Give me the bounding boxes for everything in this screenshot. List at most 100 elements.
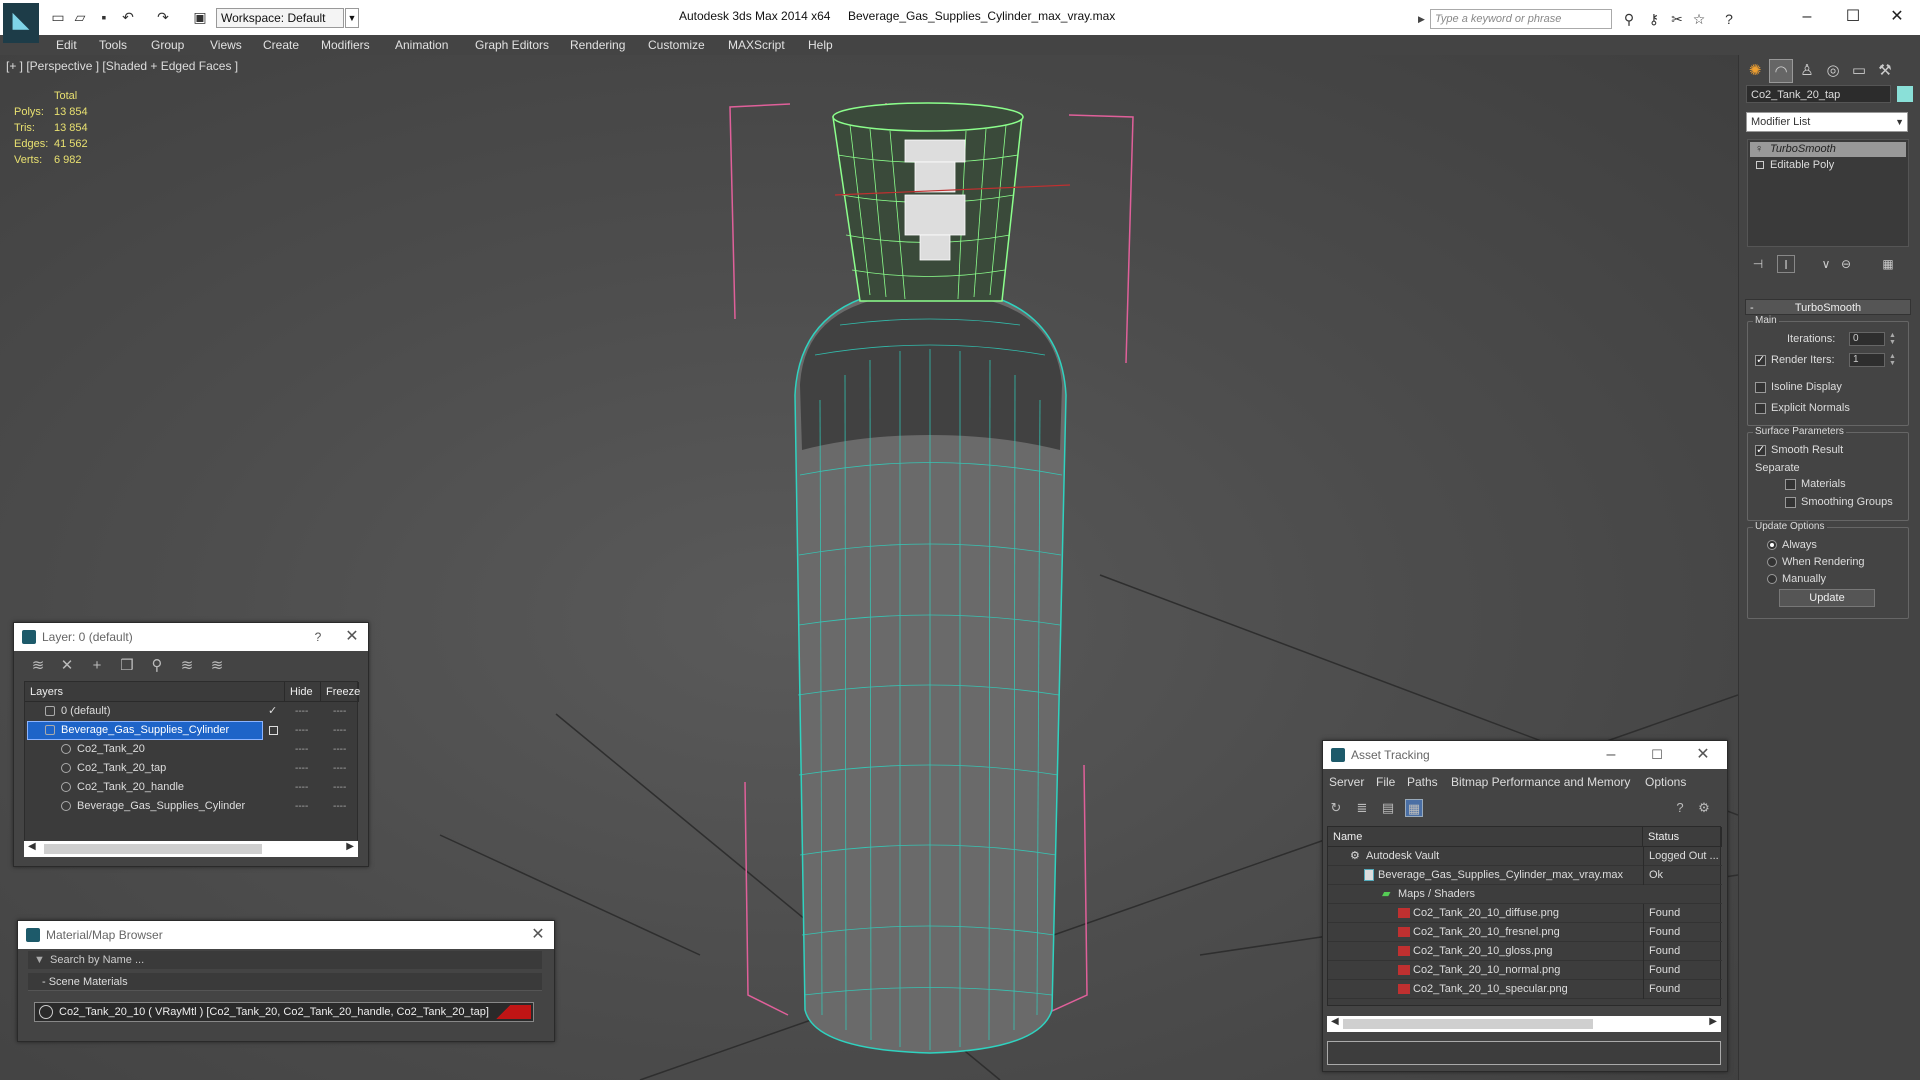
spinner-arrows-icon[interactable]: ▲ ▼ <box>1889 353 1897 367</box>
pin-stack-icon[interactable]: ⊣ <box>1749 255 1767 273</box>
set-current-layer-icon[interactable] <box>269 726 278 735</box>
scroll-left-icon[interactable]: ◀ <box>1331 1016 1339 1027</box>
menu-paths[interactable]: Paths <box>1407 775 1438 789</box>
perspective-viewport[interactable]: [+ ] [Perspective ] [Shaded + Edged Face… <box>0 55 1738 1080</box>
update-always-radio[interactable]: Always <box>1767 539 1817 551</box>
asset-row[interactable]: Co2_Tank_20_10_normal.png Found <box>1328 961 1722 980</box>
menu-server[interactable]: Server <box>1329 775 1364 789</box>
refresh-icon[interactable]: ↻ <box>1327 799 1345 817</box>
help-icon[interactable]: ? <box>306 623 330 651</box>
close-icon[interactable]: ✕ <box>1691 741 1715 769</box>
select-objects-icon[interactable]: ❒ <box>117 656 137 676</box>
menu-rendering[interactable]: Rendering <box>570 35 625 55</box>
menu-maxscript[interactable]: MAXScript <box>728 35 785 55</box>
layer-row[interactable]: Beverage_Gas_Supplies_Cylinder ---- ---- <box>25 797 359 816</box>
horizontal-scrollbar[interactable]: ◀ ▶ <box>24 841 358 857</box>
asset-row[interactable]: Co2_Tank_20_10_gloss.png Found <box>1328 942 1722 961</box>
layer-row[interactable]: 0 (default) ✓ ---- ---- <box>25 702 359 721</box>
scroll-right-icon[interactable]: ▶ <box>346 841 354 852</box>
redo-icon[interactable]: ↷ <box>155 9 171 25</box>
turbosmooth-rollout-header[interactable]: - TurboSmooth <box>1745 299 1911 315</box>
asset-row[interactable]: Beverage_Gas_Supplies_Cylinder_max_vray.… <box>1328 866 1722 885</box>
configure-sets-icon[interactable]: ▦ <box>1879 255 1897 273</box>
column-header[interactable]: Freeze <box>321 682 360 702</box>
create-tab-icon[interactable]: ✺ <box>1743 59 1767 83</box>
scroll-right-icon[interactable]: ▶ <box>1709 1016 1717 1027</box>
close-icon[interactable]: ✕ <box>1874 4 1920 30</box>
lightbulb-icon[interactable]: ♀ <box>1755 142 1763 157</box>
update-when-rendering-radio[interactable]: When Rendering <box>1767 556 1865 568</box>
viewport-label[interactable]: [+ ] [Perspective ] [Shaded + Edged Face… <box>6 59 238 73</box>
isoline-display-checkbox[interactable]: Isoline Display <box>1755 381 1842 393</box>
column-header[interactable]: Name <box>1328 827 1643 847</box>
stack-item-turbosmooth[interactable]: ♀ TurboSmooth <box>1750 142 1906 157</box>
separate-materials-checkbox[interactable]: Materials <box>1785 478 1846 490</box>
menu-options[interactable]: Options <box>1645 775 1686 789</box>
object-name-field[interactable]: Co2_Tank_20_tap <box>1746 85 1891 103</box>
utilities-tab-icon[interactable]: ⚒ <box>1873 59 1897 83</box>
modifier-list-dropdown[interactable]: Modifier List ▼ <box>1746 112 1908 132</box>
maximize-icon[interactable]: ☐ <box>1645 741 1669 769</box>
spinner-arrows-icon[interactable]: ▲ ▼ <box>1889 332 1897 346</box>
asset-tracking-titlebar[interactable]: Asset Tracking – ☐ ✕ <box>1323 741 1727 769</box>
highlight-layer-icon[interactable]: ⚲ <box>147 656 167 676</box>
menu-graph-editors[interactable]: Graph Editors <box>475 35 549 55</box>
subscription-icon[interactable]: ✂ <box>1668 10 1686 28</box>
display-tab-icon[interactable]: ▭ <box>1847 59 1871 83</box>
layer-row[interactable]: Co2_Tank_20_tap ---- ---- <box>25 759 359 778</box>
hide-all-icon[interactable]: ≋ <box>177 656 197 676</box>
remove-modifier-icon[interactable]: ⊖ <box>1837 255 1855 273</box>
list-view-icon[interactable]: ≣ <box>1353 799 1371 817</box>
hierarchy-tab-icon[interactable]: ♙ <box>1795 59 1819 83</box>
menu-views[interactable]: Views <box>210 35 242 55</box>
project-folder-icon[interactable]: ▣ <box>192 9 208 25</box>
horizontal-scrollbar[interactable]: ◀ ▶ <box>1327 1016 1721 1032</box>
search-expand-icon[interactable]: ▶ <box>1418 9 1430 29</box>
menu-animation[interactable]: Animation <box>395 35 448 55</box>
workspace-dropdown[interactable]: Workspace: Default <box>216 8 344 28</box>
layer-row[interactable]: Co2_Tank_20_handle ---- ---- <box>25 778 359 797</box>
menu-bitmap-performance[interactable]: Bitmap Performance and Memory <box>1451 775 1630 789</box>
menu-tools[interactable]: Tools <box>99 35 127 55</box>
show-end-result-icon[interactable]: Ⅰ <box>1777 255 1795 273</box>
menu-group[interactable]: Group <box>151 35 184 55</box>
undo-icon[interactable]: ↶ <box>120 9 136 25</box>
close-icon[interactable]: ✕ <box>340 623 364 651</box>
expand-icon[interactable] <box>1756 161 1764 169</box>
key-icon[interactable]: ⚷ <box>1645 10 1663 28</box>
delete-layer-icon[interactable]: ✕ <box>57 656 77 676</box>
collapse-icon[interactable]: - <box>1750 300 1754 316</box>
modify-tab-icon[interactable]: ◠ <box>1769 59 1793 83</box>
active-layer-check-icon[interactable]: ✓ <box>268 702 277 721</box>
create-layer-icon[interactable]: ≋ <box>28 656 48 676</box>
render-iters-spinner[interactable]: 1 <box>1849 353 1885 367</box>
scrollbar-thumb[interactable] <box>1343 1019 1593 1029</box>
asset-path-field[interactable] <box>1327 1041 1721 1065</box>
asset-row[interactable]: ▰ Maps / Shaders <box>1328 885 1722 904</box>
asset-row[interactable]: Co2_Tank_20_10_diffuse.png Found <box>1328 904 1722 923</box>
maximize-icon[interactable]: ☐ <box>1830 4 1876 30</box>
freeze-all-icon[interactable]: ≋ <box>207 656 227 676</box>
close-icon[interactable]: ✕ <box>526 921 550 949</box>
search-options-icon[interactable]: ▼ <box>34 951 45 969</box>
update-manually-radio[interactable]: Manually <box>1767 573 1826 585</box>
object-color-swatch[interactable] <box>1897 86 1913 102</box>
menu-edit[interactable]: Edit <box>56 35 77 55</box>
scrollbar-thumb[interactable] <box>44 844 262 854</box>
minimize-icon[interactable]: – <box>1599 741 1623 769</box>
scroll-left-icon[interactable]: ◀ <box>28 841 36 852</box>
open-file-icon[interactable]: ▱ <box>72 9 88 25</box>
menu-help[interactable]: Help <box>808 35 833 55</box>
explicit-normals-checkbox[interactable]: Explicit Normals <box>1755 402 1850 414</box>
asset-row[interactable]: Co2_Tank_20_10_fresnel.png Found <box>1328 923 1722 942</box>
save-icon[interactable]: ▪ <box>96 9 112 25</box>
stack-item-editable-poly[interactable]: Editable Poly <box>1750 158 1906 173</box>
material-search-input[interactable]: Search by Name ... <box>28 951 542 969</box>
favorites-star-icon[interactable]: ☆ <box>1690 10 1708 28</box>
asset-row[interactable]: ⚙ Autodesk Vault Logged Out ... <box>1328 847 1722 866</box>
binoculars-icon[interactable]: ⚲ <box>1620 10 1638 28</box>
layer-row[interactable]: Co2_Tank_20 ---- ---- <box>25 740 359 759</box>
table-view-icon[interactable]: ▦ <box>1405 799 1423 817</box>
smooth-result-checkbox[interactable]: Smooth Result <box>1755 443 1843 456</box>
menu-file[interactable]: File <box>1376 775 1395 789</box>
